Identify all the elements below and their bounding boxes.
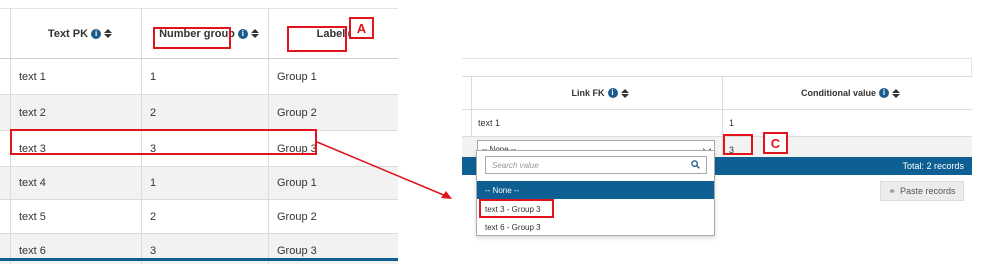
column-header-link-fk[interactable]: Link FK i bbox=[471, 77, 722, 109]
select-dropdown: Search value -- None -- text 3 - Group 3… bbox=[476, 150, 715, 236]
info-icon[interactable]: i bbox=[607, 88, 618, 98]
highlight-box-conditional-value bbox=[723, 134, 753, 155]
cell-link-fk: text 1 bbox=[471, 110, 722, 136]
marker-c: C bbox=[763, 132, 788, 154]
total-records: Total: 2 records bbox=[902, 161, 964, 171]
paste-records-label: Paste records bbox=[900, 186, 956, 196]
search-placeholder: Search value bbox=[492, 160, 539, 170]
dropdown-option[interactable]: text 6 - Group 3 bbox=[477, 218, 714, 236]
cell-conditional-value: 1 bbox=[722, 110, 972, 136]
highlight-box-option-text-3 bbox=[479, 199, 554, 218]
search-input[interactable]: Search value bbox=[485, 156, 707, 174]
sort-icon[interactable] bbox=[892, 88, 900, 98]
table-row[interactable]: text 1 1 bbox=[462, 110, 972, 137]
search-icon bbox=[691, 160, 700, 169]
sort-icon[interactable] bbox=[620, 88, 629, 98]
dropdown-option[interactable]: -- None -- bbox=[477, 181, 714, 199]
column-header-label: Link FK bbox=[571, 88, 605, 98]
column-header-label: Conditional value bbox=[800, 88, 876, 98]
paste-records-button[interactable]: ⚭ Paste records bbox=[880, 181, 964, 201]
table-header-row: Link FK i Conditional value i bbox=[462, 76, 972, 110]
info-icon[interactable]: i bbox=[879, 88, 889, 98]
paperclip-icon: ⚭ bbox=[888, 185, 896, 196]
column-header-conditional-value[interactable]: Conditional value i bbox=[722, 77, 972, 109]
